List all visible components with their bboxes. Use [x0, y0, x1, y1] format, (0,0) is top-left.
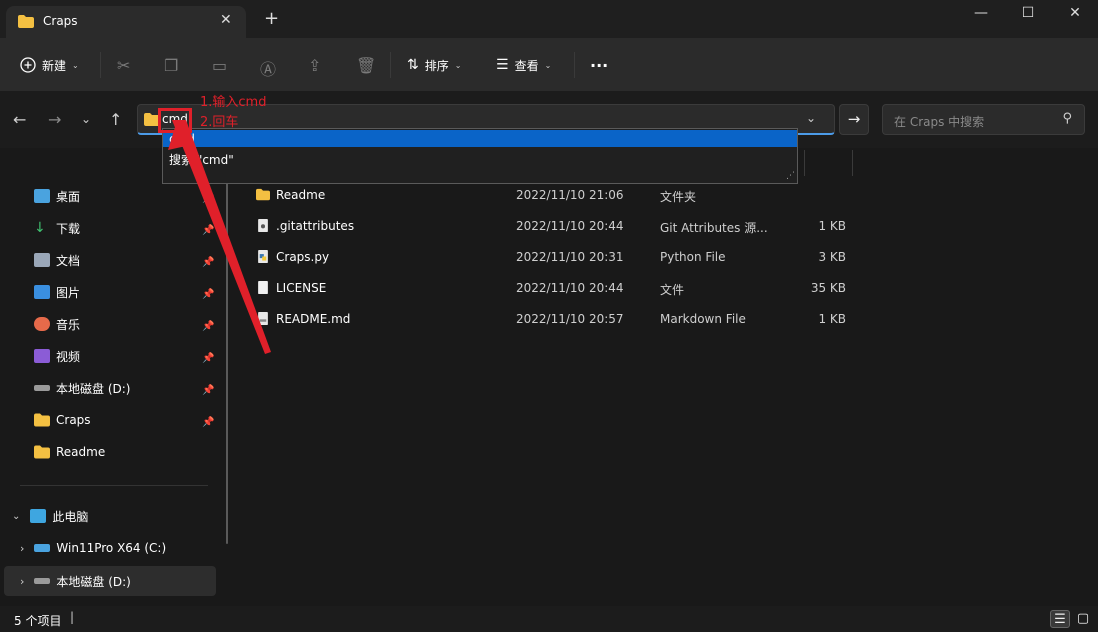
annotation-step1: 1.输入cmd [200, 95, 267, 110]
annotation-arrow [168, 120, 271, 354]
annotation-highlight-box [158, 108, 192, 133]
annotation-step2: 2.回车 [200, 115, 239, 130]
